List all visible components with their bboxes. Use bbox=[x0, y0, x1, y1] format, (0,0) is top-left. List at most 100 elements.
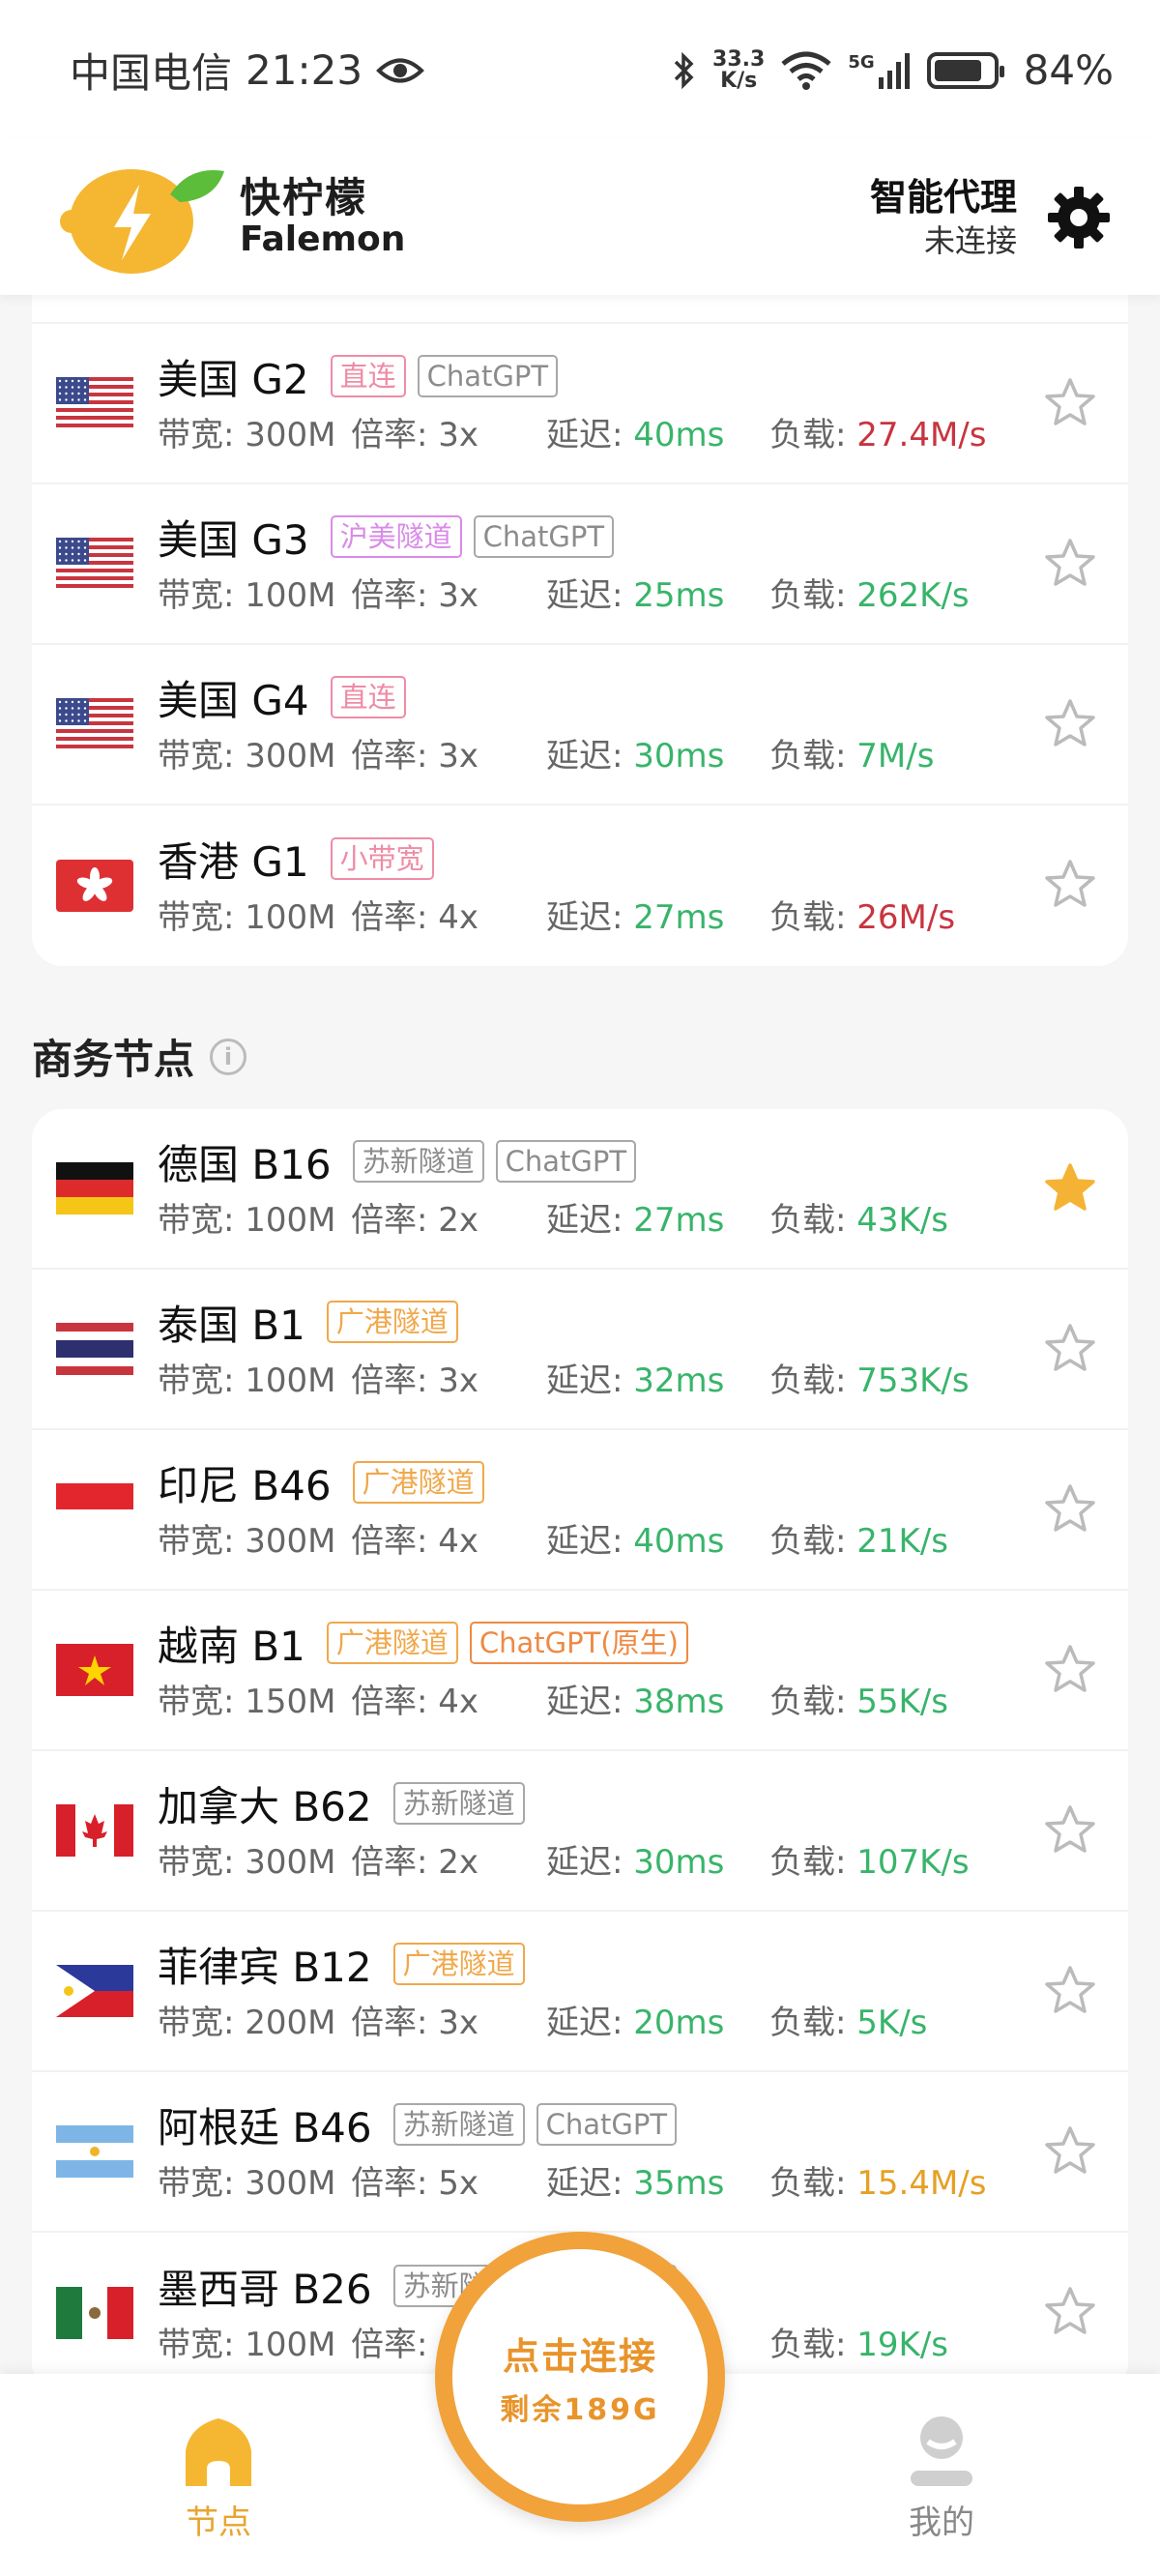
node-list-scroll[interactable]: 美国 G2 直连 ChatGPT 带宽: 300M 倍率: 3x 延迟: 40ms 负载: … bbox=[0, 295, 1160, 2374]
business-section-header: 商务节点 i bbox=[32, 1027, 247, 1086]
bandwidth-label: 带宽: bbox=[158, 2003, 246, 2042]
node-name: 加拿大 B62 bbox=[158, 1782, 372, 1830]
rate-value: 2x bbox=[438, 1200, 479, 1240]
load-label: 负载: bbox=[769, 2163, 857, 2203]
bandwidth-label: 带宽: bbox=[158, 1682, 246, 1721]
load-label: 负载: bbox=[769, 2325, 857, 2364]
rate: 倍率: 2x bbox=[351, 1193, 546, 1241]
node-row[interactable]: 德国 B16 苏新隧道 ChatGPT 带宽: 100M 倍率: 2x 延迟: 27ms 负… bbox=[32, 1109, 1128, 1270]
load-label: 负载: bbox=[769, 1842, 857, 1882]
latency-value: 25ms bbox=[633, 575, 725, 615]
bandwidth-value: 300M bbox=[245, 415, 336, 454]
node-info: 印尼 B46 广港隧道 带宽: 300M 倍率: 4x 延迟: 40ms 负载: 21K/… bbox=[158, 1454, 1128, 1565]
star-icon[interactable] bbox=[1041, 2122, 1099, 2181]
star-icon[interactable] bbox=[1041, 2283, 1099, 2341]
net-speed-unit: K/s bbox=[720, 68, 758, 93]
tab-mine-label: 我的 bbox=[909, 2503, 974, 2542]
tab-mine[interactable]: 我的 bbox=[845, 2413, 1038, 2543]
load-value: 21K/s bbox=[856, 1521, 948, 1561]
node-info: 越南 B1 广港隧道 ChatGPT(原生) 带宽: 150M 倍率: 4x 延迟: 38… bbox=[158, 1615, 1128, 1725]
node-row[interactable]: 美国 G4 直连 带宽: 300M 倍率: 3x 延迟: 30ms 负载: 7M/s bbox=[32, 645, 1128, 805]
rate-label: 倍率: bbox=[351, 2325, 428, 2364]
node-tag: ChatGPT bbox=[473, 515, 615, 558]
latency-label: 延迟: bbox=[546, 415, 634, 454]
net-speed: 33.3 K/s bbox=[712, 48, 765, 93]
star-icon[interactable] bbox=[1041, 1962, 1099, 2020]
rate-label: 倍率: bbox=[351, 2003, 439, 2042]
node-tag: 广港隧道 bbox=[352, 1461, 484, 1504]
latency: 延迟: 38ms bbox=[546, 1675, 769, 1722]
battery-percent: 84% bbox=[1023, 46, 1114, 94]
node-row[interactable]: 泰国 B1 广港隧道 带宽: 100M 倍率: 3x 延迟: 32ms 负载: 753K/… bbox=[32, 1270, 1128, 1430]
node-tag: ChatGPT bbox=[417, 355, 559, 397]
node-info: 美国 G2 直连 ChatGPT 带宽: 300M 倍率: 3x 延迟: 40ms 负载: … bbox=[158, 348, 1128, 458]
load: 负载: 5K/s bbox=[769, 1996, 1021, 2043]
bandwidth-value: 100M bbox=[245, 1200, 336, 1240]
status-bar: 中国电信 21:23 33.3 K/s 5G 84% bbox=[0, 0, 1160, 140]
node-info: 阿根廷 B46 苏新隧道 ChatGPT 带宽: 300M 倍率: 5x 延迟: 35ms… bbox=[158, 2096, 1128, 2207]
bandwidth-value: 100M bbox=[245, 2325, 336, 2364]
node-tag: 苏新隧道 bbox=[392, 2103, 525, 2146]
bandwidth: 带宽: 300M bbox=[158, 408, 351, 455]
node-row[interactable]: 阿根廷 B46 苏新隧道 ChatGPT 带宽: 300M 倍率: 5x 延迟: 35ms… bbox=[32, 2072, 1128, 2233]
partial-row bbox=[32, 295, 1128, 324]
node-row[interactable]: 美国 G2 直连 ChatGPT 带宽: 300M 倍率: 3x 延迟: 40ms 负载: … bbox=[32, 324, 1128, 484]
star-icon[interactable] bbox=[1041, 535, 1099, 593]
proxy-status-area[interactable]: 智能代理 未连接 bbox=[870, 175, 1114, 260]
node-stats: 带宽: 200M 倍率: 3x 延迟: 20ms 负载: 5K/s bbox=[158, 1992, 1128, 2046]
node-tag: 直连 bbox=[330, 355, 406, 397]
bandwidth-label: 带宽: bbox=[158, 897, 246, 937]
star-icon[interactable] bbox=[1041, 695, 1099, 753]
star-icon[interactable] bbox=[1041, 856, 1099, 914]
rate: 倍率: 4x bbox=[351, 891, 546, 938]
node-info: 加拿大 B62 苏新隧道 带宽: 300M 倍率: 2x 延迟: 30ms 负载: 107… bbox=[158, 1775, 1128, 1886]
latency-value: 30ms bbox=[633, 736, 725, 776]
bandwidth-label: 带宽: bbox=[158, 1200, 246, 1240]
node-row[interactable]: 美国 G3 沪美隧道 ChatGPT 带宽: 100M 倍率: 3x 延迟: 25ms 负载… bbox=[32, 484, 1128, 645]
node-name: 越南 B1 bbox=[158, 1622, 305, 1670]
th-flag-icon bbox=[55, 1309, 134, 1389]
load: 负载: 55K/s bbox=[769, 1675, 1021, 1722]
load-label: 负载: bbox=[769, 1521, 857, 1561]
load-label: 负载: bbox=[769, 575, 857, 615]
star-icon[interactable] bbox=[1041, 1641, 1099, 1699]
info-icon[interactable]: i bbox=[210, 1038, 247, 1075]
load-value: 107K/s bbox=[856, 1842, 970, 1882]
node-tag: 沪美隧道 bbox=[330, 515, 462, 558]
node-name: 泰国 B1 bbox=[158, 1301, 305, 1349]
node-row[interactable]: 越南 B1 广港隧道 ChatGPT(原生) 带宽: 150M 倍率: 4x 延迟: 38… bbox=[32, 1591, 1128, 1751]
rate-value: 4x bbox=[438, 1521, 479, 1561]
battery-icon bbox=[926, 51, 1004, 89]
node-tag: ChatGPT bbox=[536, 2103, 678, 2146]
us-flag-icon bbox=[55, 364, 134, 443]
wifi-icon bbox=[781, 51, 831, 90]
star-filled-icon[interactable] bbox=[1041, 1159, 1099, 1217]
node-row[interactable]: 印尼 B46 广港隧道 带宽: 300M 倍率: 4x 延迟: 40ms 负载: 21K/… bbox=[32, 1430, 1128, 1591]
bandwidth-label: 带宽: bbox=[158, 736, 246, 776]
star-icon[interactable] bbox=[1041, 1480, 1099, 1538]
rate-value: 3x bbox=[438, 736, 479, 776]
node-row[interactable]: 菲律宾 B12 广港隧道 带宽: 200M 倍率: 3x 延迟: 20ms 负载: 5K/… bbox=[32, 1912, 1128, 2072]
bandwidth-value: 100M bbox=[245, 575, 336, 615]
tab-nodes-label: 节点 bbox=[186, 2503, 251, 2542]
latency: 延迟: 20ms bbox=[546, 1996, 769, 2043]
load-value: 19K/s bbox=[856, 2325, 948, 2364]
load: 负载: 27.4M/s bbox=[769, 408, 1021, 455]
node-name-line: 美国 G3 沪美隧道 ChatGPT bbox=[158, 509, 1128, 565]
star-icon[interactable] bbox=[1041, 1801, 1099, 1859]
node-tag: 直连 bbox=[330, 676, 406, 718]
node-row[interactable]: 加拿大 B62 苏新隧道 带宽: 300M 倍率: 2x 延迟: 30ms 负载: 107… bbox=[32, 1751, 1128, 1912]
bandwidth: 带宽: 100M bbox=[158, 569, 351, 616]
rate: 倍率: 3x bbox=[351, 1354, 546, 1401]
load-label: 负载: bbox=[769, 2003, 857, 2042]
load: 负载: 262K/s bbox=[769, 569, 1021, 616]
node-row[interactable]: 香港 G1 小带宽 带宽: 100M 倍率: 4x 延迟: 27ms 负载: 26M/s bbox=[32, 805, 1128, 966]
clock: 21:23 bbox=[246, 46, 363, 94]
connect-button[interactable]: 点击连接 剩余189G bbox=[435, 2232, 725, 2522]
load-value: 27.4M/s bbox=[856, 415, 987, 454]
star-icon[interactable] bbox=[1041, 374, 1099, 432]
star-icon[interactable] bbox=[1041, 1320, 1099, 1378]
settings-gear-icon[interactable] bbox=[1044, 183, 1114, 252]
load-value: 753K/s bbox=[856, 1361, 970, 1400]
tab-nodes[interactable]: 节点 bbox=[122, 2413, 315, 2543]
